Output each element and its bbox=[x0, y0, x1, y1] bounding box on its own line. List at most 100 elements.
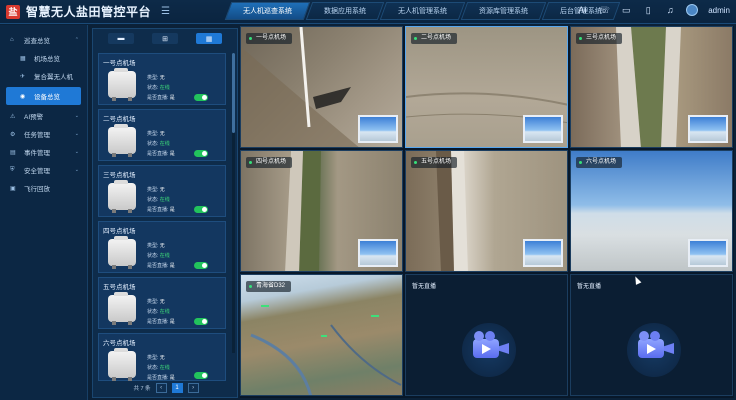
device-name: 三号点机场 bbox=[103, 172, 136, 179]
device-card[interactable]: 三号点机场 类型: 无 状态: 在线 是否直播: 是 bbox=[98, 165, 226, 217]
video-feed[interactable]: 五号点机场 bbox=[405, 150, 568, 272]
airport-dock-icon bbox=[108, 348, 136, 381]
mobile-icon[interactable]: ▯ bbox=[642, 4, 654, 16]
device-type: 类型: 无 bbox=[147, 243, 165, 249]
device-status: 状态: 在线 bbox=[147, 365, 170, 371]
device-live: 是否直播: 是 bbox=[147, 263, 175, 269]
video-grid: 一号点机场 二号点机场 三号点机场 四号点机场 五号点机场 六号点机场 青海省D… bbox=[240, 26, 734, 398]
airport-dock-icon bbox=[108, 124, 136, 157]
sidebar-item-vtol-uav[interactable]: ✈ 复合翼无人机 bbox=[0, 67, 87, 85]
top-header: 盐 智慧无人盐田管控平台 ☰ 无人机巡查系统 数据应用系统 无人机管理系统 资源… bbox=[0, 0, 736, 24]
device-card[interactable]: 二号点机场 类型: 无 状态: 在线 是否直播: 是 bbox=[98, 109, 226, 161]
device-status: 状态: 在线 bbox=[147, 85, 170, 91]
live-toggle[interactable] bbox=[194, 318, 208, 325]
menu-toggle-icon[interactable]: ☰ bbox=[161, 6, 170, 17]
video-feed-empty[interactable]: 暂无直播 bbox=[570, 274, 733, 396]
feed-label: 五号点机场 bbox=[411, 157, 458, 168]
layout-four-button[interactable]: ⊞ bbox=[152, 33, 178, 44]
device-live: 是否直播: 是 bbox=[147, 151, 175, 157]
feed-thumbnail[interactable] bbox=[358, 115, 398, 143]
video-feed[interactable]: 六号点机场 bbox=[570, 150, 733, 272]
no-live-label: 暂无直播 bbox=[577, 284, 602, 290]
feed-label: 青海省D32 bbox=[246, 281, 292, 292]
sidebar-item-device-overview[interactable]: ◉ 设备总览 bbox=[6, 87, 81, 105]
sidebar-item-flight-replay[interactable]: ▣ 飞行回放 bbox=[0, 179, 87, 197]
header-right: Ai ☏ ▭ ▯ ♫ admin bbox=[576, 4, 730, 16]
sidebar-item-task-management[interactable]: ⚙ 任务管理 ⌄ bbox=[0, 125, 87, 143]
device-type: 类型: 无 bbox=[147, 131, 165, 137]
plane-icon: ✈ bbox=[20, 73, 26, 80]
video-feed-empty[interactable]: 暂无直播 bbox=[405, 274, 568, 396]
feed-thumbnail[interactable] bbox=[523, 115, 563, 143]
live-toggle[interactable] bbox=[194, 372, 208, 379]
replay-icon: ▣ bbox=[10, 185, 16, 192]
ai-assistant-icon[interactable]: Ai bbox=[576, 4, 588, 16]
video-feed[interactable]: 一号点机场 bbox=[240, 26, 403, 148]
sidebar-item-label: 飞行回放 bbox=[24, 186, 50, 193]
top-tabs: 无人机巡查系统 数据应用系统 无人机管理系统 资源库管理系统 后台管理系统 bbox=[224, 2, 621, 20]
airport-dock-icon bbox=[108, 236, 136, 269]
layout-single-button[interactable]: ▬ bbox=[108, 33, 134, 44]
phone-icon[interactable]: ☏ bbox=[598, 4, 610, 16]
page-number-button[interactable]: 1 bbox=[171, 383, 183, 393]
sidebar-item-label: 安全管理 bbox=[24, 168, 50, 175]
device-name: 一号点机场 bbox=[103, 60, 136, 67]
event-icon: ▤ bbox=[10, 149, 16, 156]
home-icon: ⌂ bbox=[10, 37, 14, 43]
device-name: 二号点机场 bbox=[103, 116, 136, 123]
video-camera-icon bbox=[627, 323, 681, 377]
device-icon: ◉ bbox=[20, 93, 26, 100]
next-page-button[interactable]: › bbox=[187, 383, 199, 393]
app-root: 盐 智慧无人盐田管控平台 ☰ 无人机巡查系统 数据应用系统 无人机管理系统 资源… bbox=[0, 0, 736, 400]
scrollbar-thumb[interactable] bbox=[232, 53, 235, 133]
ai-icon: ⚠ bbox=[10, 113, 16, 120]
feed-thumbnail[interactable] bbox=[523, 239, 563, 267]
video-feed[interactable]: 三号点机场 bbox=[570, 26, 733, 148]
device-card[interactable]: 六号点机场 类型: 无 状态: 在线 是否直播: 是 bbox=[98, 333, 226, 381]
airport-dock-icon bbox=[108, 292, 136, 325]
video-feed[interactable]: 青海省D32 bbox=[240, 274, 403, 396]
app-title: 智慧无人盐田管控平台 bbox=[26, 5, 152, 19]
layout-nine-button[interactable]: ▦ bbox=[196, 33, 222, 44]
tab-uav-management[interactable]: 无人机管理系统 bbox=[379, 2, 466, 20]
prev-page-button[interactable]: ‹ bbox=[155, 383, 167, 393]
video-feed[interactable]: 四号点机场 bbox=[240, 150, 403, 272]
sidebar: ⌂ 巡查总览 ⌃ ▦ 机场总览 ✈ 复合翼无人机 ◉ 设备总览 ⚠ AI预警 ⌄… bbox=[0, 25, 88, 400]
sidebar-item-airport-overview[interactable]: ▦ 机场总览 bbox=[0, 49, 87, 67]
notification-bell-icon[interactable]: ♫ bbox=[664, 4, 676, 16]
sidebar-item-inspection-overview[interactable]: ⌂ 巡查总览 ⌃ bbox=[0, 31, 87, 49]
live-toggle[interactable] bbox=[194, 262, 208, 269]
sidebar-item-event-management[interactable]: ▤ 事件管理 ⌄ bbox=[0, 143, 87, 161]
chevron-down-icon: ⌄ bbox=[74, 113, 79, 119]
device-card[interactable]: 五号点机场 类型: 无 状态: 在线 是否直播: 是 bbox=[98, 277, 226, 329]
feed-thumbnail[interactable] bbox=[688, 239, 728, 267]
sidebar-item-ai-warning[interactable]: ⚠ AI预警 ⌄ bbox=[0, 107, 87, 125]
live-toggle[interactable] bbox=[194, 94, 208, 101]
username-label[interactable]: admin bbox=[708, 6, 730, 15]
sidebar-item-safety-management[interactable]: ⛨ 安全管理 ⌄ bbox=[0, 161, 87, 179]
avatar[interactable] bbox=[686, 4, 699, 16]
live-toggle[interactable] bbox=[194, 206, 208, 213]
video-camera-icon bbox=[462, 323, 516, 377]
device-name: 六号点机场 bbox=[103, 340, 136, 347]
feed-thumbnail[interactable] bbox=[688, 115, 728, 143]
video-feed[interactable]: 二号点机场 bbox=[405, 26, 568, 148]
device-card[interactable]: 四号点机场 类型: 无 状态: 在线 是否直播: 是 bbox=[98, 221, 226, 273]
app-logo-icon: 盐 bbox=[6, 4, 20, 19]
device-card[interactable]: 一号点机场 类型: 无 状态: 在线 是否直播: 是 bbox=[98, 53, 226, 105]
tab-resource-library[interactable]: 资源库管理系统 bbox=[460, 2, 547, 20]
sidebar-item-label: 设备总览 bbox=[34, 94, 60, 101]
monitor-icon[interactable]: ▭ bbox=[620, 4, 632, 16]
sidebar-item-label: 任务管理 bbox=[24, 132, 50, 139]
device-type: 类型: 无 bbox=[147, 187, 165, 193]
feed-label: 三号点机场 bbox=[576, 33, 623, 44]
device-name: 五号点机场 bbox=[103, 284, 136, 291]
tab-uav-inspection[interactable]: 无人机巡查系统 bbox=[224, 2, 311, 20]
device-live: 是否直播: 是 bbox=[147, 375, 175, 381]
device-status: 状态: 在线 bbox=[147, 141, 170, 147]
sidebar-item-label: 巡查总览 bbox=[24, 38, 50, 45]
sidebar-item-label: 事件管理 bbox=[24, 150, 50, 157]
live-toggle[interactable] bbox=[194, 150, 208, 157]
feed-thumbnail[interactable] bbox=[358, 239, 398, 267]
tab-data-application[interactable]: 数据应用系统 bbox=[305, 2, 385, 20]
